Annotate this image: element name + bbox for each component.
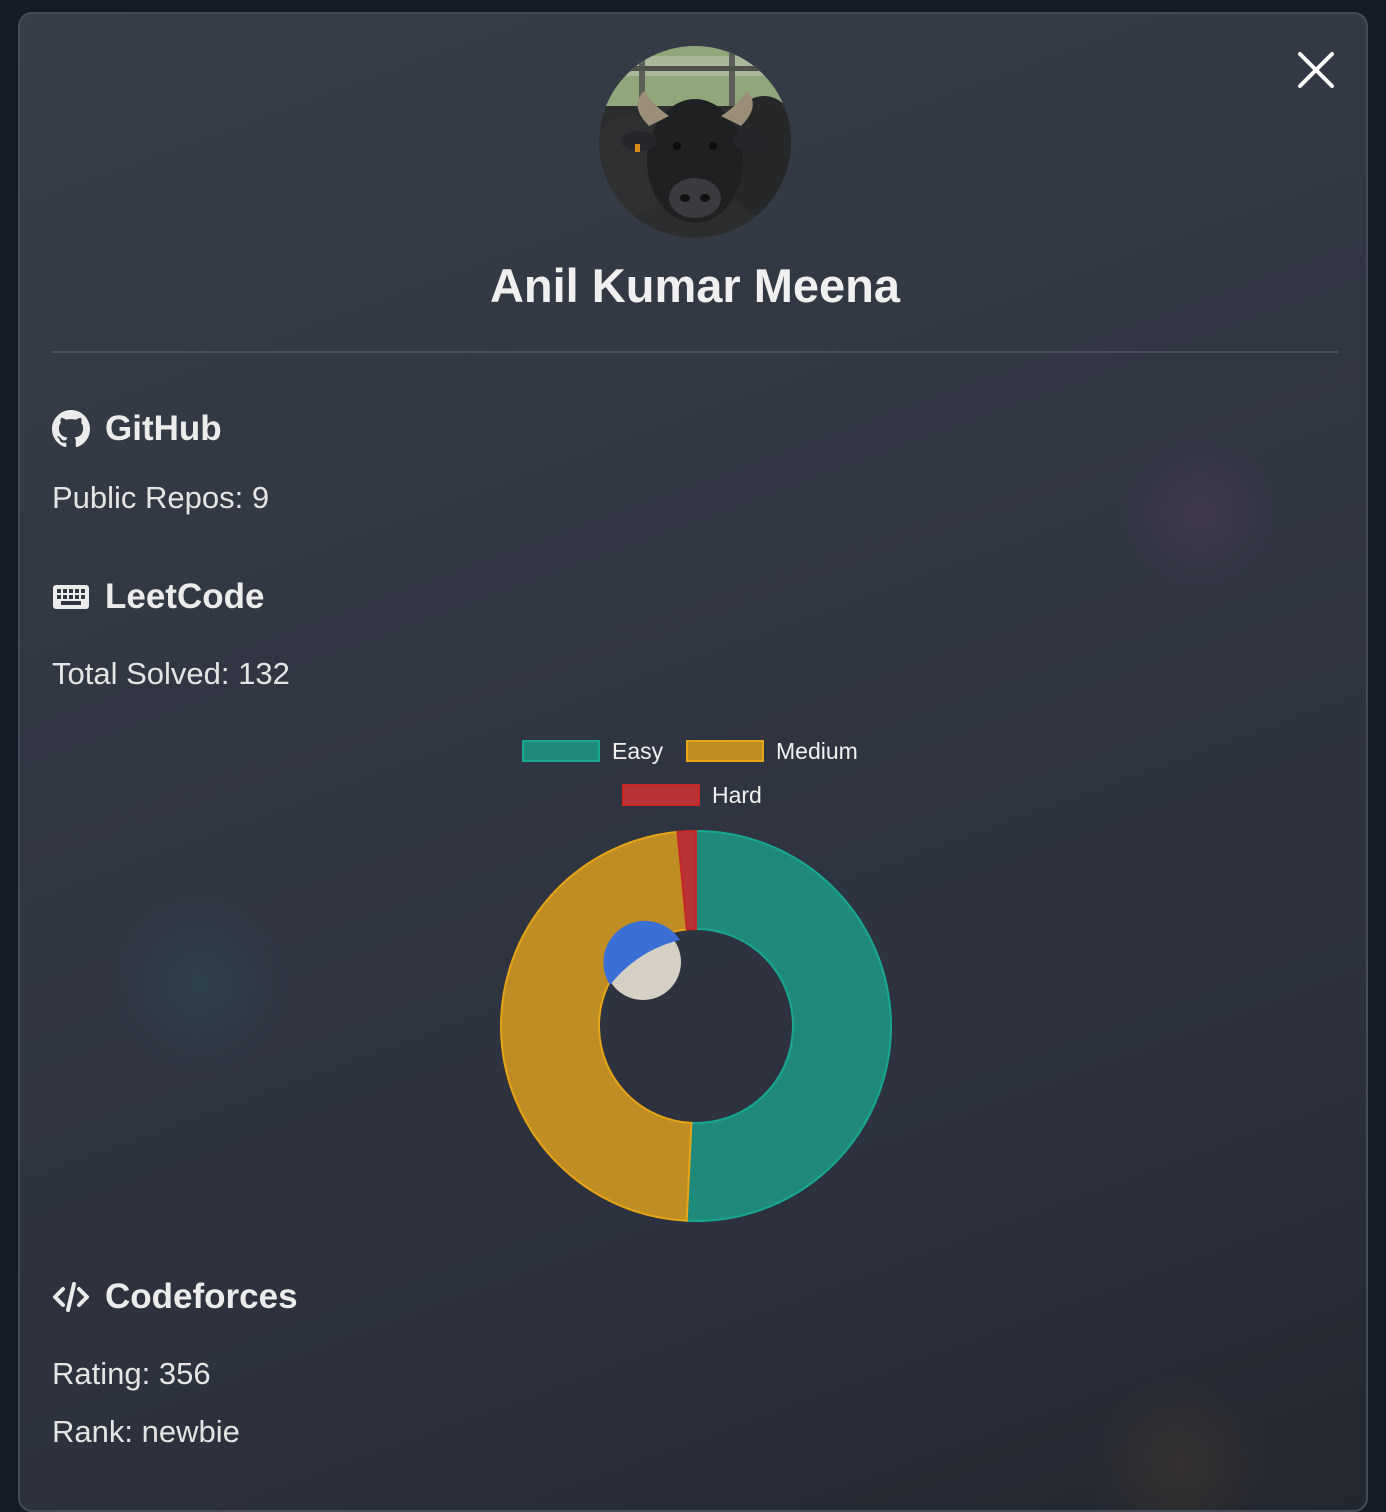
water-buffalo-photo [599, 46, 791, 238]
chart-slice-easy[interactable] [685, 829, 892, 1222]
leetcode-title: LeetCode [105, 577, 265, 616]
legend-item-easy[interactable]: Easy [522, 736, 663, 766]
close-button[interactable] [1294, 48, 1338, 92]
github-title: GitHub [105, 409, 222, 448]
codeforces-heading: Codeforces [52, 1275, 298, 1319]
legend-label-hard: Hard [712, 781, 762, 808]
leetcode-difficulty-chart[interactable] [498, 828, 894, 1224]
leetcode-heading: LeetCode [52, 575, 264, 619]
legend-swatch-hard [622, 784, 700, 806]
avatar [599, 46, 791, 238]
profile-modal: Anil Kumar Meena GitHub Public Repos: 9 [18, 12, 1368, 1512]
github-public-repos: Public Repos: 9 [52, 480, 270, 515]
codeforces-rank: Rank: newbie [52, 1414, 240, 1449]
github-heading: GitHub [52, 407, 222, 451]
code-icon [52, 1278, 90, 1316]
chart-slice-medium[interactable] [500, 830, 693, 1222]
leetcode-total-solved: Total Solved: 132 [52, 656, 290, 691]
close-icon[interactable] [1294, 48, 1338, 92]
keyboard-icon [52, 578, 90, 616]
legend-swatch-medium [686, 740, 764, 762]
chart-legend: Easy Medium Hard [20, 736, 1366, 820]
legend-label-medium: Medium [776, 737, 858, 764]
legend-item-hard[interactable]: Hard [622, 780, 762, 810]
background-glow [110, 894, 290, 1074]
github-icon [52, 410, 90, 448]
divider [52, 351, 1338, 353]
background-glow [1090, 1374, 1270, 1510]
codeforces-rating: Rating: 356 [52, 1356, 211, 1391]
background-glow [1120, 434, 1280, 594]
codeforces-title: Codeforces [105, 1277, 298, 1316]
legend-label-easy: Easy [612, 737, 664, 764]
profile-name: Anil Kumar Meena [489, 259, 901, 312]
legend-item-medium[interactable]: Medium [686, 736, 858, 766]
legend-swatch-easy [522, 740, 600, 762]
